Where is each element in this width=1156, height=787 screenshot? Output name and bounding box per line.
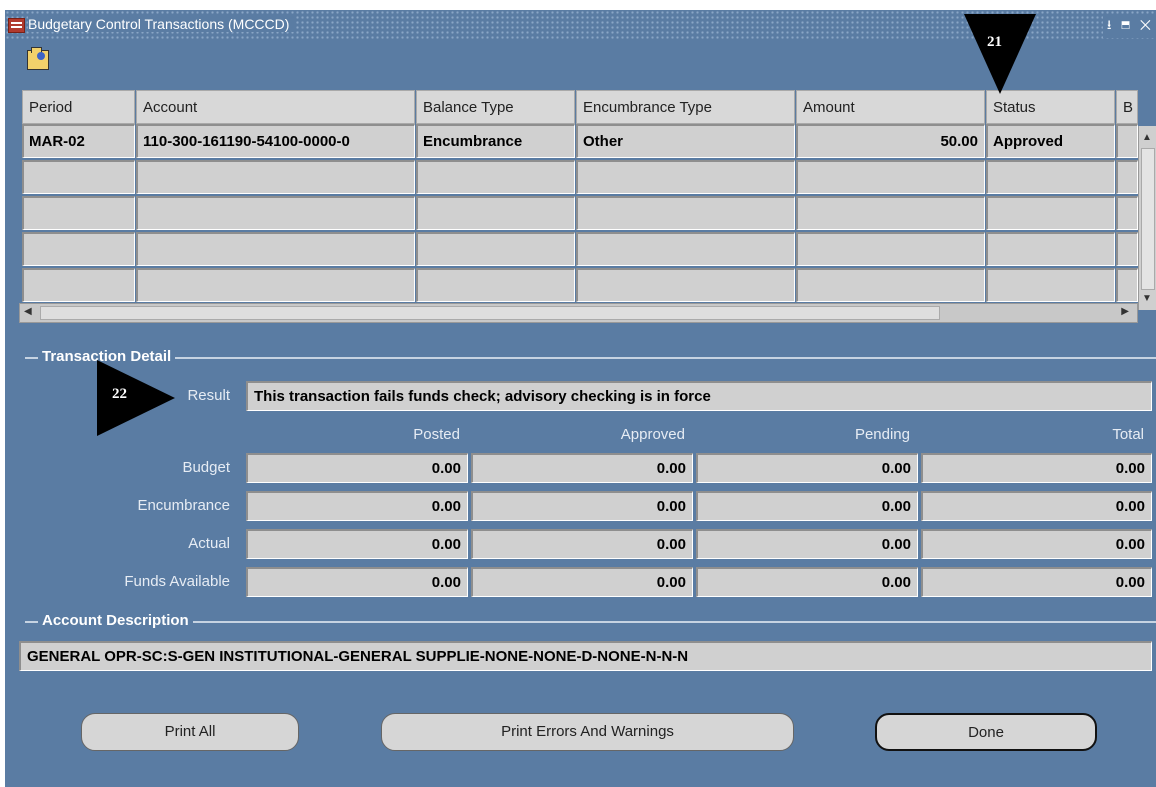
empty-cell[interactable] xyxy=(1116,160,1138,194)
scroll-right-icon[interactable]: ▶ xyxy=(1121,306,1129,317)
cell-status[interactable]: Approved xyxy=(986,124,1115,158)
empty-cell[interactable] xyxy=(1116,232,1138,266)
column-posted: Posted xyxy=(413,426,460,443)
cell-period[interactable]: MAR-02 xyxy=(22,124,135,158)
print-all-button[interactable]: Print All xyxy=(81,713,299,751)
detail-value-field[interactable]: 0.00 xyxy=(471,567,693,597)
detail-row-label: Actual xyxy=(188,535,230,552)
empty-cell[interactable] xyxy=(576,160,795,194)
column-header-b[interactable]: B xyxy=(1116,90,1138,124)
callout-number-21: 21 xyxy=(987,34,1002,50)
detail-value-field[interactable]: 0.00 xyxy=(921,529,1152,559)
empty-cell[interactable] xyxy=(416,268,575,302)
scroll-up-icon[interactable]: ▲ xyxy=(1142,132,1152,143)
empty-cell[interactable] xyxy=(986,196,1115,230)
window-title: Budgetary Control Transactions (MCCCD) xyxy=(28,16,296,32)
detail-value-field[interactable]: 0.00 xyxy=(696,491,918,521)
empty-cell[interactable] xyxy=(136,232,415,266)
detail-row-label: Budget xyxy=(182,459,230,476)
scroll-thumb[interactable] xyxy=(1141,148,1155,290)
empty-cell[interactable] xyxy=(22,232,135,266)
detail-value-field[interactable]: 0.00 xyxy=(471,453,693,483)
column-header-encumbrance-type[interactable]: Encumbrance Type xyxy=(576,90,795,124)
column-approved: Approved xyxy=(620,426,685,443)
print-errors-warnings-button[interactable]: Print Errors And Warnings xyxy=(381,713,794,751)
detail-value-field[interactable]: 0.00 xyxy=(921,491,1152,521)
empty-cell[interactable] xyxy=(986,268,1115,302)
empty-cell[interactable] xyxy=(136,160,415,194)
empty-cell[interactable] xyxy=(22,268,135,302)
cell-b[interactable] xyxy=(1116,124,1138,158)
empty-cell[interactable] xyxy=(136,268,415,302)
empty-cell[interactable] xyxy=(576,232,795,266)
window-controls[interactable]: ⭳ ⬒ ✕ xyxy=(1102,16,1154,38)
vertical-scrollbar[interactable]: ▲ ▼ xyxy=(1138,126,1156,310)
empty-cell[interactable] xyxy=(576,196,795,230)
column-pending: Pending xyxy=(854,426,910,443)
column-header-period[interactable]: Period xyxy=(22,90,135,124)
cell-account[interactable]: 110-300-161190-54100-0000-0 xyxy=(136,124,415,158)
empty-cell[interactable] xyxy=(416,160,575,194)
column-header-amount[interactable]: Amount xyxy=(796,90,985,124)
detail-row-label: Funds Available xyxy=(124,573,230,590)
scroll-down-icon[interactable]: ▼ xyxy=(1142,293,1152,304)
callout-arrow-21 xyxy=(964,14,1036,94)
empty-cell[interactable] xyxy=(22,160,135,194)
detail-value-field[interactable]: 0.00 xyxy=(471,491,693,521)
column-total: Total xyxy=(1112,426,1144,443)
empty-cell[interactable] xyxy=(1116,268,1138,302)
empty-cell[interactable] xyxy=(1116,196,1138,230)
cell-amount[interactable]: 50.00 xyxy=(796,124,985,158)
empty-cell[interactable] xyxy=(136,196,415,230)
column-header-account[interactable]: Account xyxy=(136,90,415,124)
empty-cell[interactable] xyxy=(22,196,135,230)
detail-value-field[interactable]: 0.00 xyxy=(696,529,918,559)
empty-cell[interactable] xyxy=(416,232,575,266)
cell-balance-type[interactable]: Encumbrance xyxy=(416,124,575,158)
detail-value-field[interactable]: 0.00 xyxy=(246,529,468,559)
detail-value-field[interactable]: 0.00 xyxy=(246,491,468,521)
account-description-field[interactable]: GENERAL OPR-SC:S-GEN INSTITUTIONAL-GENER… xyxy=(19,641,1152,671)
empty-cell[interactable] xyxy=(576,268,795,302)
column-header-balance-type[interactable]: Balance Type xyxy=(416,90,575,124)
app-icon xyxy=(8,18,25,33)
empty-cell[interactable] xyxy=(796,268,985,302)
detail-value-field[interactable]: 0.00 xyxy=(696,567,918,597)
detail-value-field[interactable]: 0.00 xyxy=(246,567,468,597)
transaction-detail-divider xyxy=(25,357,1156,359)
open-folder-icon[interactable] xyxy=(27,47,49,70)
budgetary-control-window: Budgetary Control Transactions (MCCCD) ⭳… xyxy=(5,10,1156,787)
detail-row-label: Encumbrance xyxy=(137,497,230,514)
detail-value-field[interactable]: 0.00 xyxy=(921,567,1152,597)
detail-value-field[interactable]: 0.00 xyxy=(921,453,1152,483)
empty-cell[interactable] xyxy=(796,160,985,194)
account-description-label: Account Description xyxy=(38,612,193,629)
detail-value-field[interactable]: 0.00 xyxy=(471,529,693,559)
empty-cell[interactable] xyxy=(796,196,985,230)
detail-value-field[interactable]: 0.00 xyxy=(246,453,468,483)
callout-number-22: 22 xyxy=(112,386,127,402)
column-header-status[interactable]: Status xyxy=(986,90,1115,124)
account-description-divider xyxy=(25,621,1156,623)
horizontal-scrollbar[interactable]: ◀ ▶ xyxy=(19,303,1138,323)
result-field[interactable]: This transaction fails funds check; advi… xyxy=(246,381,1152,411)
done-button[interactable]: Done xyxy=(875,713,1097,751)
empty-cell[interactable] xyxy=(986,232,1115,266)
empty-cell[interactable] xyxy=(986,160,1115,194)
scroll-thumb-horizontal[interactable] xyxy=(40,306,940,320)
detail-value-field[interactable]: 0.00 xyxy=(696,453,918,483)
cell-encumbrance-type[interactable]: Other xyxy=(576,124,795,158)
scroll-left-icon[interactable]: ◀ xyxy=(24,306,32,317)
empty-cell[interactable] xyxy=(796,232,985,266)
callout-arrow-22 xyxy=(97,360,175,436)
empty-cell[interactable] xyxy=(416,196,575,230)
